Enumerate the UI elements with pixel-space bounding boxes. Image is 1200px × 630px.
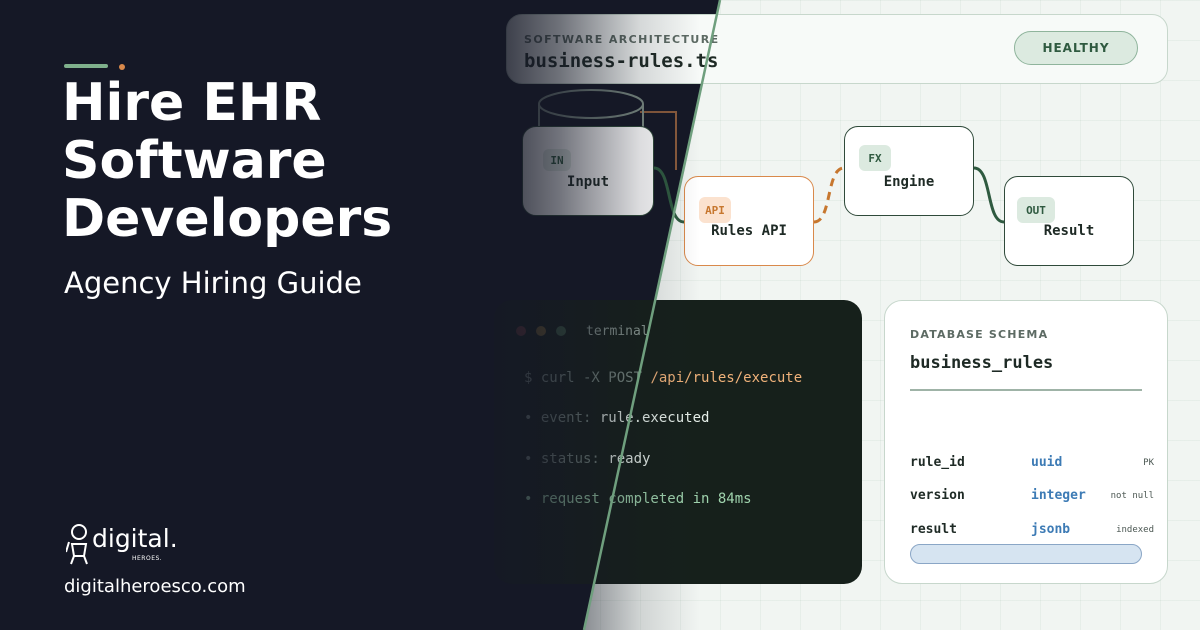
title-line: Hire EHR	[62, 73, 322, 133]
title-line: Software	[62, 131, 327, 191]
accent-dot	[119, 64, 125, 70]
site-url[interactable]: digitalheroesco.com	[64, 576, 246, 597]
title-line: Developers	[62, 189, 393, 249]
page-title: Hire EHR Software Developers	[62, 74, 482, 248]
accent-line	[64, 64, 108, 68]
hero-mascot-icon	[66, 524, 88, 565]
page-subtitle: Agency Hiring Guide	[64, 266, 362, 300]
brand-logo-sub: HEROES.	[132, 555, 163, 562]
brand-logo: digital.	[92, 524, 178, 553]
